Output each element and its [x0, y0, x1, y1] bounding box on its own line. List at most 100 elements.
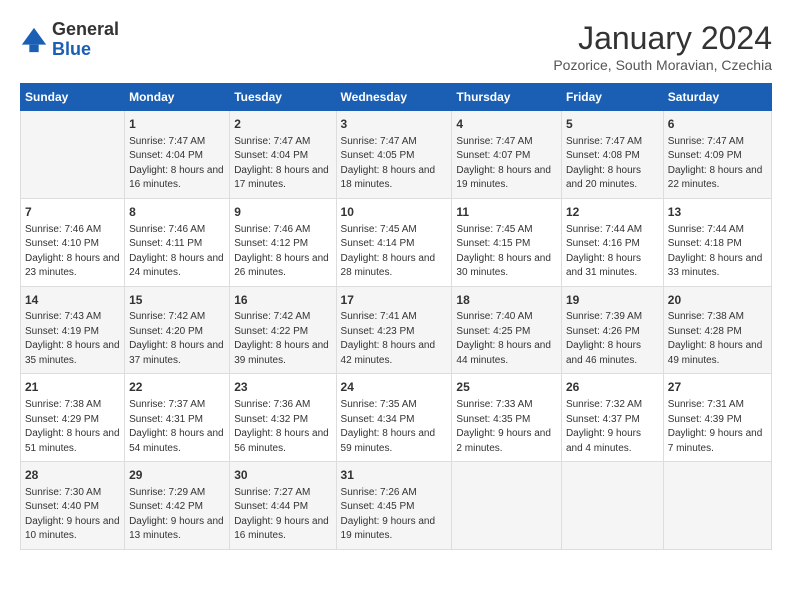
- day-number: 26: [566, 379, 659, 396]
- day-info: Sunrise: 7:41 AM Sunset: 4:23 PM Dayligh…: [341, 310, 448, 368]
- calendar-cell: 27 Sunrise: 7:31 AM Sunset: 4:39 PM Dayli…: [663, 374, 771, 462]
- day-info: Sunrise: 7:32 AM Sunset: 4:37 PM Dayligh…: [566, 398, 659, 456]
- day-info: Sunrise: 7:45 AM Sunset: 4:15 PM Dayligh…: [456, 223, 557, 281]
- calendar-cell: 19Sunrise: 7:39 AM Sunset: 4:26 PM Dayli…: [561, 286, 663, 374]
- day-info: Sunrise: 7:46 AM Sunset: 4:11 PM Dayligh…: [129, 223, 225, 281]
- header-sunday: Sunday: [21, 84, 125, 111]
- calendar-week-5: 28 Sunrise: 7:30 AM Sunset: 4:40 PM Dayli…: [21, 462, 772, 550]
- day-number: 13: [668, 204, 767, 221]
- day-number: 12: [566, 204, 659, 221]
- title-block: January 2024 Pozorice, South Moravian, C…: [553, 20, 772, 73]
- day-number: 5: [566, 116, 659, 133]
- day-info: Sunrise: 7:42 AM Sunset: 4:20 PM Dayligh…: [129, 310, 225, 368]
- header-friday: Friday: [561, 84, 663, 111]
- day-info: Sunrise: 7:44 AM Sunset: 4:16 PM Dayligh…: [566, 223, 659, 281]
- logo: General Blue: [20, 20, 119, 60]
- calendar-week-3: 14Sunrise: 7:43 AM Sunset: 4:19 PM Dayli…: [21, 286, 772, 374]
- calendar-cell: 30Sunrise: 7:27 AM Sunset: 4:44 PM Dayli…: [230, 462, 336, 550]
- header-tuesday: Tuesday: [230, 84, 336, 111]
- day-number: 16: [234, 292, 331, 309]
- calendar-cell: 8 Sunrise: 7:46 AM Sunset: 4:11 PM Daylig…: [125, 198, 230, 286]
- calendar-week-4: 21 Sunrise: 7:38 AM Sunset: 4:29 PM Dayli…: [21, 374, 772, 462]
- header-wednesday: Wednesday: [336, 84, 452, 111]
- calendar-cell: 14Sunrise: 7:43 AM Sunset: 4:19 PM Dayli…: [21, 286, 125, 374]
- calendar-cell: 18Sunrise: 7:40 AM Sunset: 4:25 PM Dayli…: [452, 286, 562, 374]
- calendar-cell: [21, 111, 125, 199]
- day-number: 6: [668, 116, 767, 133]
- day-number: 17: [341, 292, 448, 309]
- day-number: 8: [129, 204, 225, 221]
- day-info: Sunrise: 7:37 AM Sunset: 4:31 PM Dayligh…: [129, 398, 225, 456]
- header-saturday: Saturday: [663, 84, 771, 111]
- day-number: 18: [456, 292, 557, 309]
- day-number: 7: [25, 204, 120, 221]
- day-info: Sunrise: 7:47 AM Sunset: 4:08 PM Dayligh…: [566, 135, 659, 193]
- calendar-cell: 25 Sunrise: 7:33 AM Sunset: 4:35 PM Dayli…: [452, 374, 562, 462]
- day-number: 23: [234, 379, 331, 396]
- calendar-cell: 28 Sunrise: 7:30 AM Sunset: 4:40 PM Dayli…: [21, 462, 125, 550]
- day-number: 11: [456, 204, 557, 221]
- day-number: 19: [566, 292, 659, 309]
- logo-icon: [20, 26, 48, 54]
- month-title: January 2024: [553, 20, 772, 57]
- calendar-cell: [663, 462, 771, 550]
- calendar-cell: 3 Sunrise: 7:47 AM Sunset: 4:05 PM Daylig…: [336, 111, 452, 199]
- page-header: General Blue January 2024 Pozorice, Sout…: [20, 20, 772, 73]
- calendar-cell: 5 Sunrise: 7:47 AM Sunset: 4:08 PM Daylig…: [561, 111, 663, 199]
- calendar-cell: 23Sunrise: 7:36 AM Sunset: 4:32 PM Dayli…: [230, 374, 336, 462]
- calendar-cell: [561, 462, 663, 550]
- day-info: Sunrise: 7:31 AM Sunset: 4:39 PM Dayligh…: [668, 398, 767, 456]
- calendar-cell: 15Sunrise: 7:42 AM Sunset: 4:20 PM Dayli…: [125, 286, 230, 374]
- day-number: 27: [668, 379, 767, 396]
- day-info: Sunrise: 7:29 AM Sunset: 4:42 PM Dayligh…: [129, 486, 225, 544]
- header-thursday: Thursday: [452, 84, 562, 111]
- calendar-cell: 11 Sunrise: 7:45 AM Sunset: 4:15 PM Dayli…: [452, 198, 562, 286]
- calendar-body: 1 Sunrise: 7:47 AM Sunset: 4:04 PM Daylig…: [21, 111, 772, 550]
- day-number: 1: [129, 116, 225, 133]
- calendar-cell: 31Sunrise: 7:26 AM Sunset: 4:45 PM Dayli…: [336, 462, 452, 550]
- calendar-cell: 6 Sunrise: 7:47 AM Sunset: 4:09 PM Daylig…: [663, 111, 771, 199]
- header-monday: Monday: [125, 84, 230, 111]
- calendar-cell: 21 Sunrise: 7:38 AM Sunset: 4:29 PM Dayli…: [21, 374, 125, 462]
- calendar-cell: 29 Sunrise: 7:29 AM Sunset: 4:42 PM Dayli…: [125, 462, 230, 550]
- calendar-cell: 13 Sunrise: 7:44 AM Sunset: 4:18 PM Dayli…: [663, 198, 771, 286]
- day-number: 14: [25, 292, 120, 309]
- day-info: Sunrise: 7:27 AM Sunset: 4:44 PM Dayligh…: [234, 486, 331, 544]
- header-row: Sunday Monday Tuesday Wednesday Thursday…: [21, 84, 772, 111]
- day-number: 15: [129, 292, 225, 309]
- calendar-cell: 1 Sunrise: 7:47 AM Sunset: 4:04 PM Daylig…: [125, 111, 230, 199]
- day-info: Sunrise: 7:30 AM Sunset: 4:40 PM Dayligh…: [25, 486, 120, 544]
- day-info: Sunrise: 7:46 AM Sunset: 4:12 PM Dayligh…: [234, 223, 331, 281]
- day-number: 21: [25, 379, 120, 396]
- location-subtitle: Pozorice, South Moravian, Czechia: [553, 57, 772, 73]
- day-number: 4: [456, 116, 557, 133]
- calendar-cell: 10Sunrise: 7:45 AM Sunset: 4:14 PM Dayli…: [336, 198, 452, 286]
- day-info: Sunrise: 7:33 AM Sunset: 4:35 PM Dayligh…: [456, 398, 557, 456]
- day-info: Sunrise: 7:47 AM Sunset: 4:04 PM Dayligh…: [234, 135, 331, 193]
- day-info: Sunrise: 7:42 AM Sunset: 4:22 PM Dayligh…: [234, 310, 331, 368]
- day-number: 24: [341, 379, 448, 396]
- day-number: 29: [129, 467, 225, 484]
- logo-blue: Blue: [52, 39, 91, 59]
- calendar-cell: 9Sunrise: 7:46 AM Sunset: 4:12 PM Daylig…: [230, 198, 336, 286]
- day-info: Sunrise: 7:44 AM Sunset: 4:18 PM Dayligh…: [668, 223, 767, 281]
- day-info: Sunrise: 7:39 AM Sunset: 4:26 PM Dayligh…: [566, 310, 659, 368]
- day-info: Sunrise: 7:45 AM Sunset: 4:14 PM Dayligh…: [341, 223, 448, 281]
- calendar-cell: 22Sunrise: 7:37 AM Sunset: 4:31 PM Dayli…: [125, 374, 230, 462]
- day-info: Sunrise: 7:47 AM Sunset: 4:05 PM Dayligh…: [341, 135, 448, 193]
- day-info: Sunrise: 7:46 AM Sunset: 4:10 PM Dayligh…: [25, 223, 120, 281]
- day-number: 3: [341, 116, 448, 133]
- day-number: 25: [456, 379, 557, 396]
- calendar-cell: 26 Sunrise: 7:32 AM Sunset: 4:37 PM Dayli…: [561, 374, 663, 462]
- calendar-cell: 2 Sunrise: 7:47 AM Sunset: 4:04 PM Daylig…: [230, 111, 336, 199]
- day-info: Sunrise: 7:47 AM Sunset: 4:04 PM Dayligh…: [129, 135, 225, 193]
- day-info: Sunrise: 7:47 AM Sunset: 4:09 PM Dayligh…: [668, 135, 767, 193]
- day-number: 20: [668, 292, 767, 309]
- day-number: 2: [234, 116, 331, 133]
- day-info: Sunrise: 7:43 AM Sunset: 4:19 PM Dayligh…: [25, 310, 120, 368]
- day-number: 28: [25, 467, 120, 484]
- calendar-cell: [452, 462, 562, 550]
- day-number: 31: [341, 467, 448, 484]
- day-info: Sunrise: 7:38 AM Sunset: 4:29 PM Dayligh…: [25, 398, 120, 456]
- day-info: Sunrise: 7:47 AM Sunset: 4:07 PM Dayligh…: [456, 135, 557, 193]
